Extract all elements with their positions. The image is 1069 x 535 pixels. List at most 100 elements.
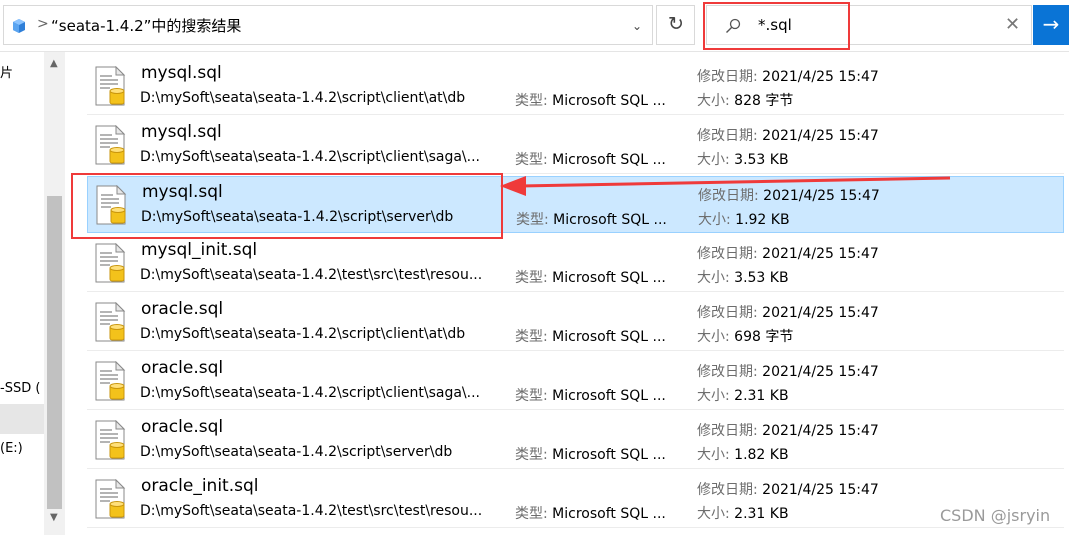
file-name: oracle.sql xyxy=(141,299,224,319)
file-path: D:\mySoft\seata\seata-1.4.2\script\clien… xyxy=(140,90,466,106)
file-row[interactable]: oracle.sql D:\mySoft\seata\seata-1.4.2\s… xyxy=(87,294,1064,351)
date-label: 修改日期: xyxy=(697,246,758,262)
type-value: Microsoft SQL ... xyxy=(552,329,666,345)
file-path: D:\mySoft\seata\seata-1.4.2\script\clien… xyxy=(140,326,466,342)
date-value: 2021/4/25 15:47 xyxy=(762,423,879,439)
sql-file-icon xyxy=(95,243,126,283)
file-size: 大小: 3.53 KB xyxy=(697,267,789,287)
file-modified-date: 修改日期: 2021/4/25 15:47 xyxy=(698,185,880,205)
selected-row-annotation-box xyxy=(71,173,503,239)
file-row[interactable]: oracle.sql D:\mySoft\seata\seata-1.4.2\s… xyxy=(87,412,1064,469)
date-label: 修改日期: xyxy=(697,128,758,144)
refresh-icon: ↻ xyxy=(668,13,684,35)
type-value: Microsoft SQL ... xyxy=(552,152,666,168)
sql-file-icon xyxy=(95,302,126,342)
file-modified-date: 修改日期: 2021/4/25 15:47 xyxy=(697,125,879,145)
type-label: 类型: xyxy=(515,506,548,522)
sql-file-icon xyxy=(95,361,126,401)
file-row[interactable]: oracle.sql D:\mySoft\seata\seata-1.4.2\s… xyxy=(87,353,1064,410)
file-size: 大小: 1.92 KB xyxy=(698,209,790,229)
file-modified-date: 修改日期: 2021/4/25 15:47 xyxy=(697,361,879,381)
chevron-down-icon[interactable]: ⌄ xyxy=(632,19,642,33)
search-go-button[interactable]: → xyxy=(1033,5,1069,45)
size-value: 1.82 KB xyxy=(734,447,789,463)
refresh-button[interactable]: ↻ xyxy=(656,5,695,45)
navigation-pane: 片 -SSD ( (E:) xyxy=(0,52,44,535)
date-label: 修改日期: xyxy=(697,305,758,321)
file-path: D:\mySoft\seata\seata-1.4.2\test\src\tes… xyxy=(140,267,483,283)
date-value: 2021/4/25 15:47 xyxy=(763,188,880,204)
file-path: D:\mySoft\seata\seata-1.4.2\script\clien… xyxy=(140,149,480,165)
file-row[interactable]: mysql.sql D:\mySoft\seata\seata-1.4.2\sc… xyxy=(87,58,1064,115)
address-path-text[interactable]: “seata-1.4.2”中的搜索结果 xyxy=(51,15,241,36)
type-label: 类型: xyxy=(515,388,548,404)
type-label: 类型: xyxy=(515,152,548,168)
file-path: D:\mySoft\seata\seata-1.4.2\test\src\tes… xyxy=(140,503,483,519)
breadcrumb-separator[interactable]: > xyxy=(37,16,49,32)
file-modified-date: 修改日期: 2021/4/25 15:47 xyxy=(697,66,879,86)
nav-item-ssd-drive[interactable]: -SSD ( xyxy=(0,381,40,396)
file-modified-date: 修改日期: 2021/4/25 15:47 xyxy=(697,302,879,322)
folder-cube-icon xyxy=(13,19,25,33)
sql-file-icon xyxy=(95,479,126,519)
file-modified-date: 修改日期: 2021/4/25 15:47 xyxy=(697,420,879,440)
type-label: 类型: xyxy=(515,93,548,109)
file-type: 类型: Microsoft SQL ... xyxy=(515,267,666,287)
type-label: 类型: xyxy=(515,270,548,286)
type-value: Microsoft SQL ... xyxy=(552,506,666,522)
type-label: 类型: xyxy=(515,329,548,345)
file-name: oracle.sql xyxy=(141,358,224,378)
size-value: 3.53 KB xyxy=(734,270,789,286)
file-path: D:\mySoft\seata\seata-1.4.2\script\serve… xyxy=(140,444,453,460)
nav-item-drive-e[interactable]: (E:) xyxy=(0,441,23,456)
nav-selected-highlight xyxy=(0,404,44,434)
scroll-up-icon[interactable]: ▲ xyxy=(50,58,58,69)
watermark: CSDN @jsryin xyxy=(940,506,1051,525)
type-label: 类型: xyxy=(515,447,548,463)
file-size: 大小: 698 字节 xyxy=(697,326,793,346)
size-value: 828 字节 xyxy=(734,93,794,109)
date-value: 2021/4/25 15:47 xyxy=(762,69,879,85)
address-bar[interactable]: > “seata-1.4.2”中的搜索结果 ⌄ xyxy=(3,5,653,45)
size-value: 1.92 KB xyxy=(735,212,790,228)
size-label: 大小: xyxy=(697,388,730,404)
file-type: 类型: Microsoft SQL ... xyxy=(515,385,666,405)
date-value: 2021/4/25 15:47 xyxy=(762,364,879,380)
scrollbar-thumb[interactable] xyxy=(47,196,62,509)
date-value: 2021/4/25 15:47 xyxy=(762,482,879,498)
file-type: 类型: Microsoft SQL ... xyxy=(515,149,666,169)
type-value: Microsoft SQL ... xyxy=(552,388,666,404)
file-path: D:\mySoft\seata\seata-1.4.2\script\clien… xyxy=(140,385,480,401)
file-name: mysql.sql xyxy=(141,63,222,83)
size-label: 大小: xyxy=(698,212,731,228)
close-icon[interactable]: ✕ xyxy=(1005,14,1020,35)
size-value: 2.31 KB xyxy=(734,506,789,522)
address-toolbar: > “seata-1.4.2”中的搜索结果 ⌄ ↻ *.sql ✕ → xyxy=(0,0,1069,52)
date-value: 2021/4/25 15:47 xyxy=(762,305,879,321)
date-label: 修改日期: xyxy=(698,188,759,204)
type-value: Microsoft SQL ... xyxy=(552,93,666,109)
nav-item-pictures[interactable]: 片 xyxy=(0,62,13,81)
file-row[interactable]: oracle_init.sql D:\mySoft\seata\seata-1.… xyxy=(87,471,1064,528)
file-size: 大小: 2.31 KB xyxy=(697,385,789,405)
date-label: 修改日期: xyxy=(697,364,758,380)
sql-file-icon xyxy=(95,420,126,460)
file-row[interactable]: mysql.sql D:\mySoft\seata\seata-1.4.2\sc… xyxy=(87,117,1064,174)
date-value: 2021/4/25 15:47 xyxy=(762,246,879,262)
search-results-list: mysql.sql D:\mySoft\seata\seata-1.4.2\sc… xyxy=(65,52,1069,535)
date-label: 修改日期: xyxy=(697,423,758,439)
size-label: 大小: xyxy=(697,506,730,522)
file-size: 大小: 2.31 KB xyxy=(697,503,789,523)
size-label: 大小: xyxy=(697,93,730,109)
file-name: oracle_init.sql xyxy=(141,476,259,496)
nav-scrollbar[interactable]: ▲ ▼ xyxy=(44,52,65,535)
size-label: 大小: xyxy=(697,447,730,463)
scroll-down-icon[interactable]: ▼ xyxy=(50,512,58,523)
date-value: 2021/4/25 15:47 xyxy=(762,128,879,144)
file-type: 类型: Microsoft SQL ... xyxy=(515,90,666,110)
size-label: 大小: xyxy=(697,152,730,168)
size-value: 2.31 KB xyxy=(734,388,789,404)
file-size: 大小: 828 字节 xyxy=(697,90,793,110)
date-label: 修改日期: xyxy=(697,482,758,498)
file-row[interactable]: mysql_init.sql D:\mySoft\seata\seata-1.4… xyxy=(87,235,1064,292)
